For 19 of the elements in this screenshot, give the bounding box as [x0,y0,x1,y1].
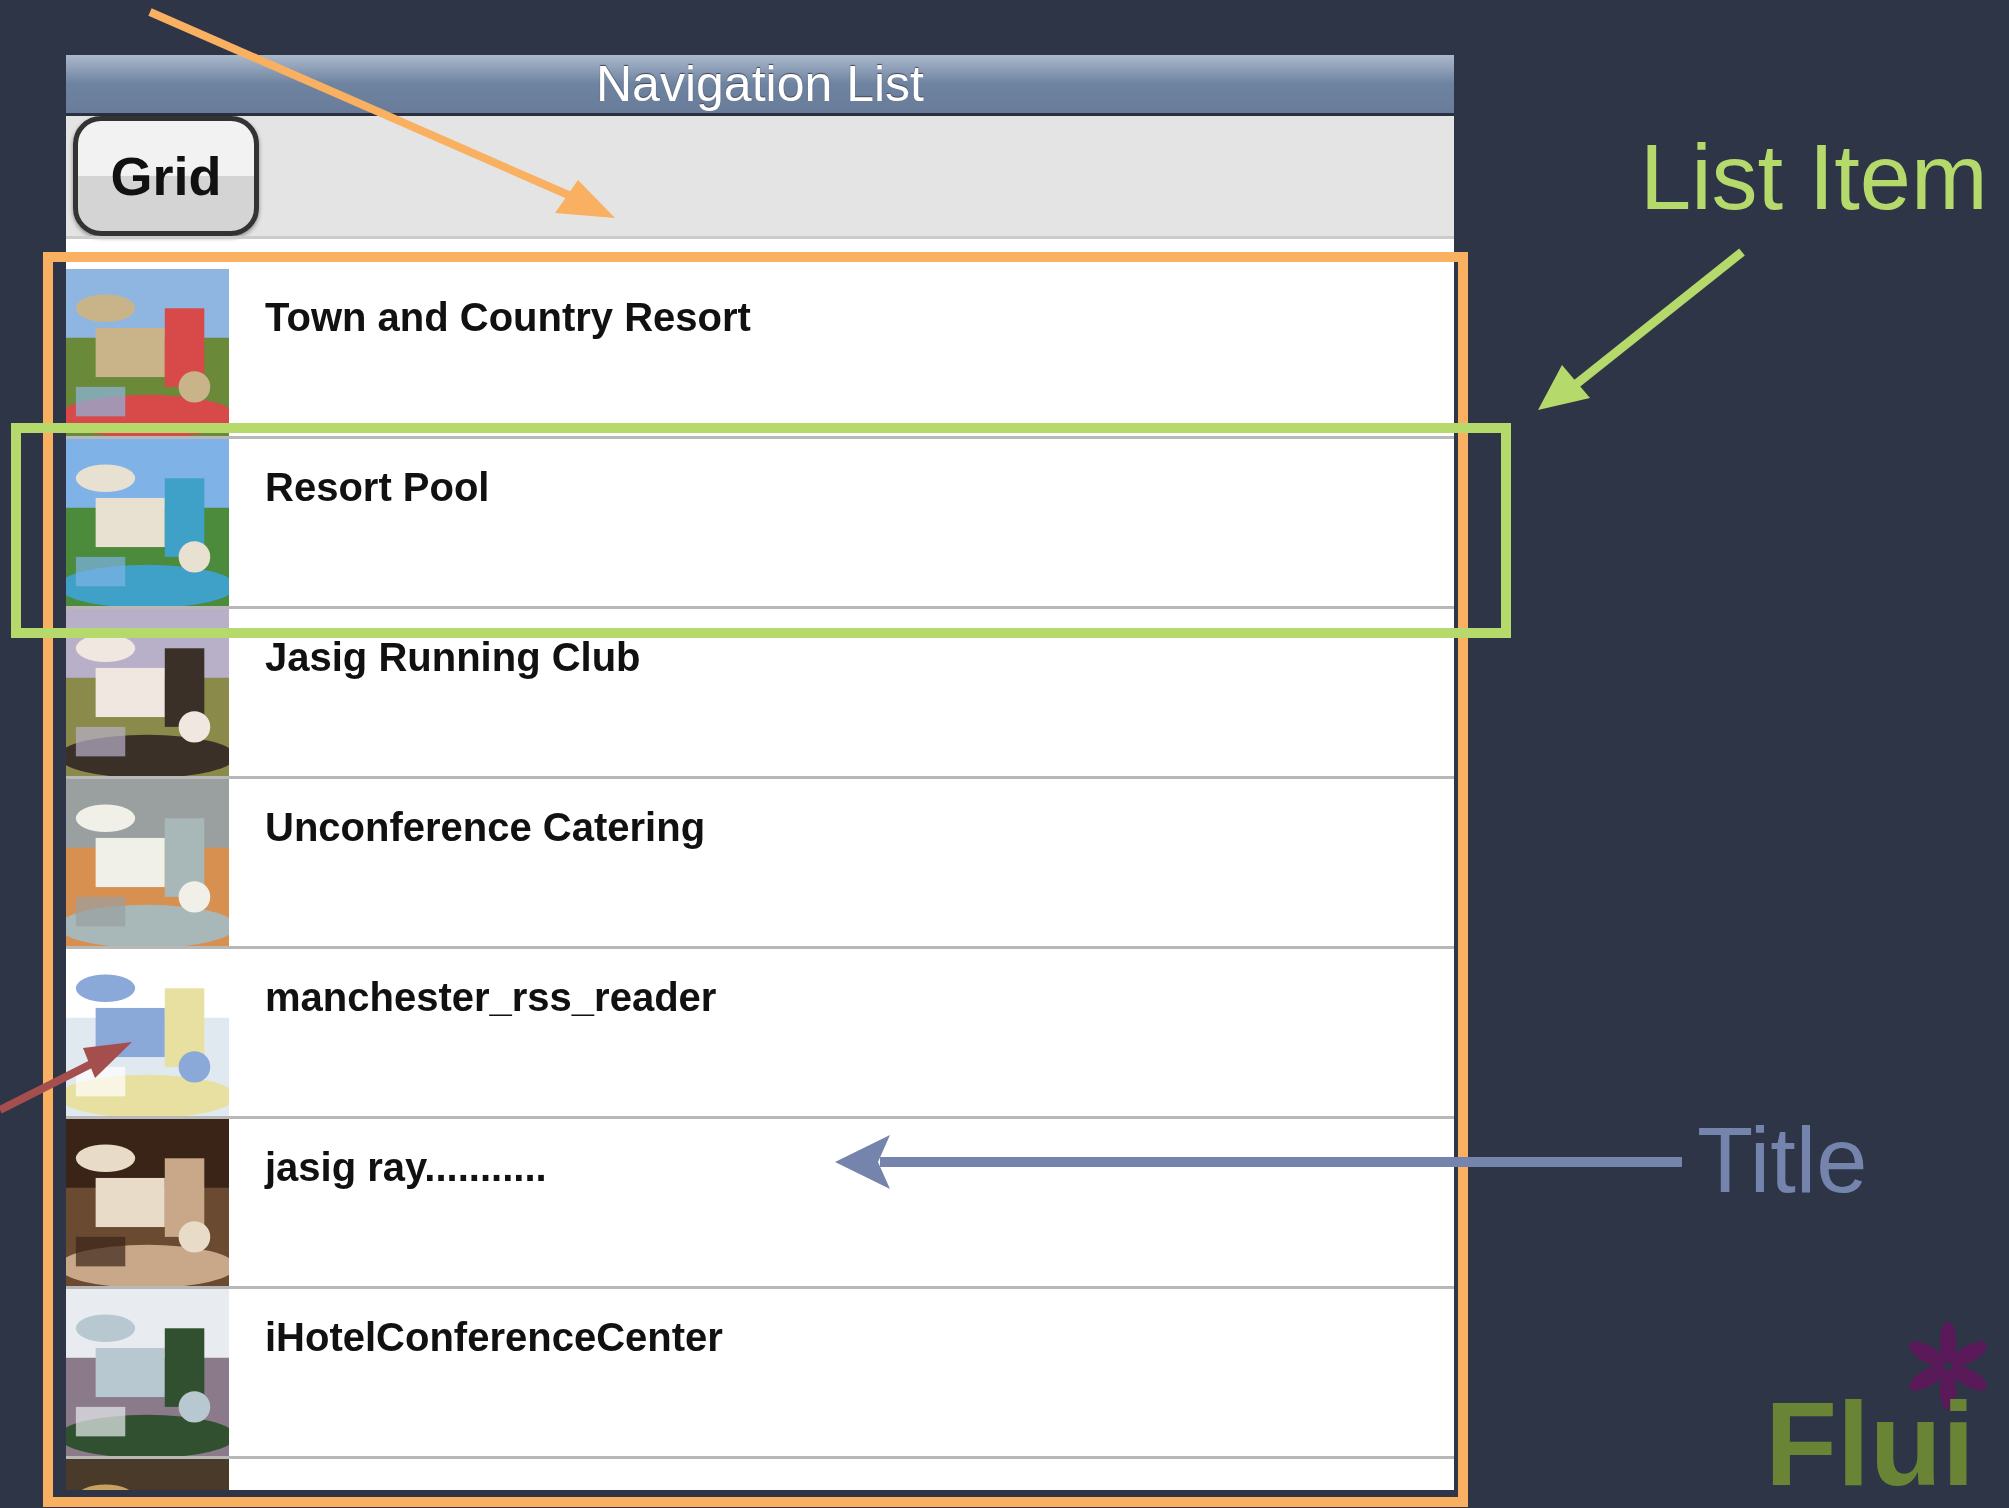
item-title: Jasig Running Club [265,635,641,679]
item-title: iHotelConferenceCenter [265,1315,723,1359]
logo-text: Flui [1765,1385,1975,1503]
list-item[interactable]: Resort Pool [66,439,1454,609]
list-item[interactable]: Town and Country Resort [66,269,1454,439]
list-item[interactable]: Jasig Running Club [66,609,1454,779]
list-item[interactable]: iHotelConferenceCenter [66,1289,1454,1459]
item-title: jasig ray........... [265,1145,547,1189]
item-title: Town and Country Resort [265,295,751,339]
list-item[interactable]: Unconference Catering [66,779,1454,949]
item-title: manchester_rss_reader [265,975,717,1019]
list-item[interactable]: jasig ray........... [66,1119,1454,1289]
annotation-label: List Item [1640,125,1988,230]
item-title: Resort Pool [265,465,490,509]
grid-button[interactable]: Grid [73,116,259,236]
screen-title: Navigation List [596,55,924,113]
annotation-label: Title [1697,1108,1868,1213]
list-item[interactable]: manchester_rss_reader [66,949,1454,1119]
item-title: Unconference Catering [265,805,706,849]
